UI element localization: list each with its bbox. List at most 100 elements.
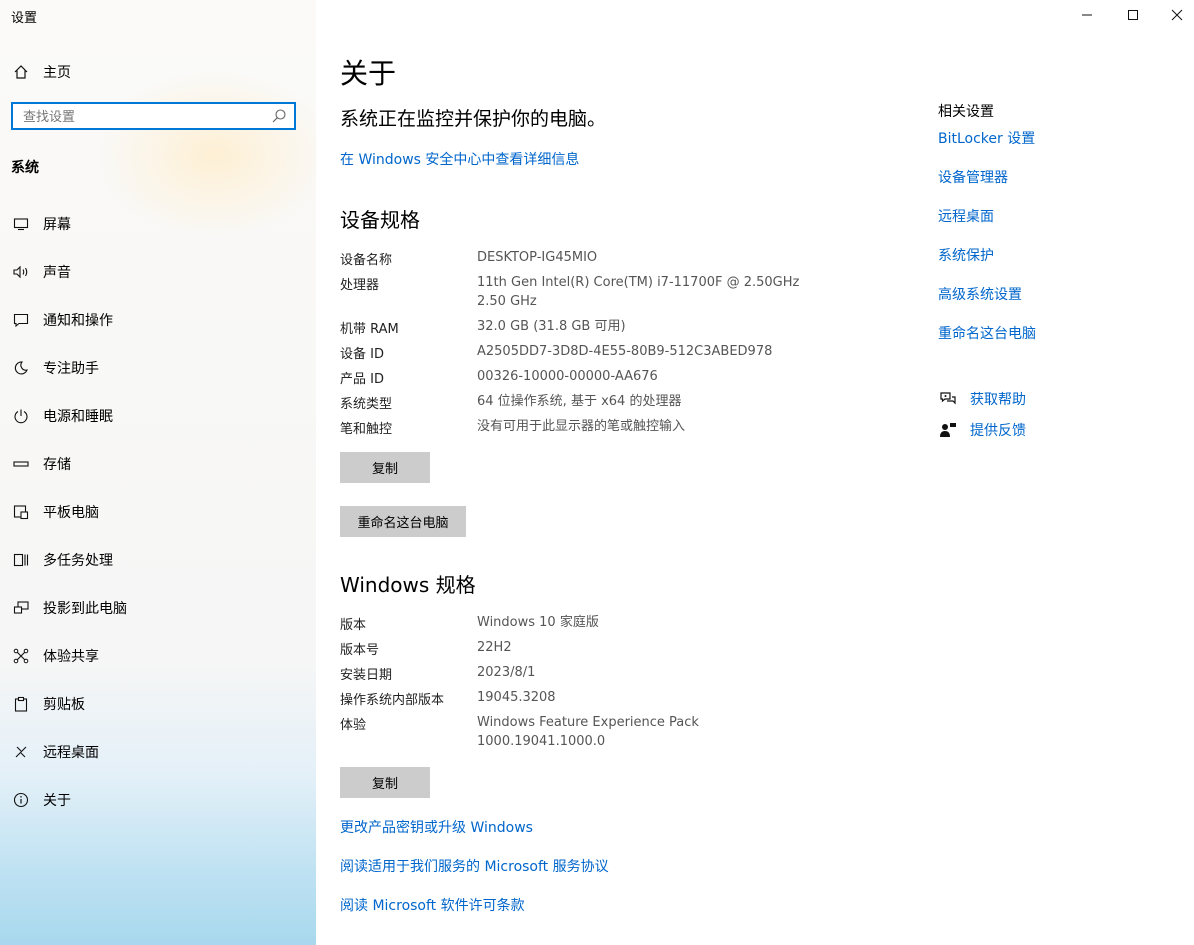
notification-icon [11, 310, 31, 330]
sidebar-item-power[interactable]: 电源和睡眠 [0, 396, 316, 436]
sidebar-item-remote-desktop[interactable]: 远程桌面 [0, 732, 316, 772]
sidebar-item-label: 剪贴板 [43, 697, 85, 713]
sidebar-item-label: 投影到此电脑 [43, 601, 127, 617]
sidebar-item-label: 声音 [43, 265, 71, 281]
sidebar-item-label: 存储 [43, 457, 71, 473]
project-icon [11, 598, 31, 618]
license-terms-link[interactable]: 阅读 Microsoft 软件许可条款 [340, 895, 525, 915]
sidebar-item-focus-assist[interactable]: 专注助手 [0, 348, 316, 388]
multitask-icon [11, 550, 31, 570]
spec-key: 安装日期 [340, 668, 393, 683]
sidebar-item-notifications[interactable]: 通知和操作 [0, 300, 316, 340]
info-icon [11, 790, 31, 810]
remote-desktop-link[interactable]: 远程桌面 [938, 206, 994, 226]
security-center-link[interactable]: 在 Windows 安全中心中查看详细信息 [340, 149, 579, 169]
advanced-system-settings-link[interactable]: 高级系统设置 [938, 284, 1022, 304]
window-title: 设置 [11, 11, 38, 26]
sidebar-item-label: 通知和操作 [43, 313, 113, 329]
change-product-key-link[interactable]: 更改产品密钥或升级 Windows [340, 817, 533, 837]
related-settings-title: 相关设置 [938, 104, 994, 120]
sidebar-item-display[interactable]: 屏幕 [0, 204, 316, 244]
related-settings-panel: 相关设置 BitLocker 设置 设备管理器 远程桌面 系统保护 高级系统设置… [938, 0, 1188, 945]
moon-icon [11, 358, 31, 378]
feedback-icon [938, 420, 958, 440]
search-box[interactable] [11, 102, 296, 130]
get-help-row[interactable]: 获取帮助 [938, 388, 1026, 410]
spec-key: 设备名称 [340, 253, 393, 268]
windows-specs-heading: Windows 规格 [340, 573, 476, 597]
feedback-row[interactable]: 提供反馈 [938, 419, 1026, 441]
sidebar-item-storage[interactable]: 存储 [0, 444, 316, 484]
sidebar-item-shared-experiences[interactable]: 体验共享 [0, 636, 316, 676]
spec-value: Windows Feature Experience Pack [477, 715, 699, 730]
spec-value-line2: 1000.19041.1000.0 [477, 734, 606, 749]
protection-status: 系统正在监控并保护你的电脑。 [340, 108, 607, 130]
search-icon[interactable] [271, 108, 287, 124]
main-content: 关于 系统正在监控并保护你的电脑。 在 Windows 安全中心中查看详细信息 … [340, 0, 920, 945]
sidebar-item-label: 主页 [43, 65, 71, 81]
spec-value: 00326-10000-00000-AA676 [477, 369, 658, 384]
spec-key: 体验 [340, 718, 367, 733]
sidebar: 设置 主页 系统 屏幕 声音 通知和操作 专注助手 电源和睡眠 存储 平板电脑 [0, 0, 316, 945]
sidebar-item-sound[interactable]: 声音 [0, 252, 316, 292]
spec-value: 11th Gen Intel(R) Core(TM) i7-11700F @ 2… [477, 275, 800, 290]
sidebar-item-project[interactable]: 投影到此电脑 [0, 588, 316, 628]
spec-value: 64 位操作系统, 基于 x64 的处理器 [477, 394, 682, 409]
copy-device-specs-button[interactable]: 复制 [340, 452, 430, 483]
sidebar-item-about[interactable]: 关于 [0, 780, 316, 820]
system-protection-link[interactable]: 系统保护 [938, 245, 994, 265]
spec-value-line2: 2.50 GHz [477, 294, 537, 309]
sidebar-item-clipboard[interactable]: 剪贴板 [0, 684, 316, 724]
device-specs-heading: 设备规格 [340, 208, 420, 232]
share-icon [11, 646, 31, 666]
services-agreement-link[interactable]: 阅读适用于我们服务的 Microsoft 服务协议 [340, 856, 609, 876]
sidebar-item-label: 远程桌面 [43, 745, 99, 761]
spec-key: 版本号 [340, 643, 380, 658]
rename-pc-link[interactable]: 重命名这台电脑 [938, 323, 1036, 343]
spec-value: 22H2 [477, 640, 512, 655]
sidebar-item-label: 屏幕 [43, 217, 71, 233]
rename-pc-button[interactable]: 重命名这台电脑 [340, 506, 466, 537]
clipboard-icon [11, 694, 31, 714]
bitlocker-link[interactable]: BitLocker 设置 [938, 128, 1035, 148]
spec-key: 系统类型 [340, 397, 393, 412]
copy-windows-specs-button[interactable]: 复制 [340, 767, 430, 798]
spec-value: A2505DD7-3D8D-4E55-80B9-512C3ABED978 [477, 344, 773, 359]
spec-value: 19045.3208 [477, 690, 556, 705]
spec-key: 产品 ID [340, 372, 384, 387]
spec-value: Windows 10 家庭版 [477, 615, 599, 630]
device-manager-link[interactable]: 设备管理器 [938, 167, 1008, 187]
sidebar-item-label: 多任务处理 [43, 553, 113, 569]
spec-key: 操作系统内部版本 [340, 693, 445, 708]
spec-value: 2023/8/1 [477, 665, 536, 680]
feedback-link[interactable]: 提供反馈 [970, 420, 1026, 440]
sidebar-item-label: 平板电脑 [43, 505, 99, 521]
storage-icon [11, 454, 31, 474]
power-icon [11, 406, 31, 426]
sidebar-item-label: 关于 [43, 793, 71, 809]
sidebar-item-label: 专注助手 [43, 361, 99, 377]
speaker-icon [11, 262, 31, 282]
tablet-icon [11, 502, 31, 522]
get-help-link[interactable]: 获取帮助 [970, 389, 1026, 409]
sidebar-item-tablet[interactable]: 平板电脑 [0, 492, 316, 532]
section-title: 系统 [11, 160, 39, 176]
sidebar-item-multitasking[interactable]: 多任务处理 [0, 540, 316, 580]
spec-key: 笔和触控 [340, 422, 393, 437]
spec-key: 版本 [340, 618, 367, 633]
spec-value: 没有可用于此显示器的笔或触控输入 [477, 419, 686, 434]
home-icon [11, 62, 31, 82]
remote-icon [11, 742, 31, 762]
spec-value: DESKTOP-IG45MIO [477, 250, 598, 265]
sidebar-item-label: 电源和睡眠 [43, 409, 113, 425]
search-input[interactable] [13, 104, 275, 130]
page-title: 关于 [340, 57, 397, 90]
spec-key: 设备 ID [340, 347, 384, 362]
sidebar-item-label: 体验共享 [43, 649, 99, 665]
help-chat-icon [938, 389, 958, 409]
monitor-icon [11, 214, 31, 234]
sidebar-item-home[interactable]: 主页 [0, 52, 316, 92]
spec-value: 32.0 GB (31.8 GB 可用) [477, 319, 626, 334]
spec-key: 处理器 [340, 278, 380, 293]
spec-key: 机带 RAM [340, 322, 399, 337]
